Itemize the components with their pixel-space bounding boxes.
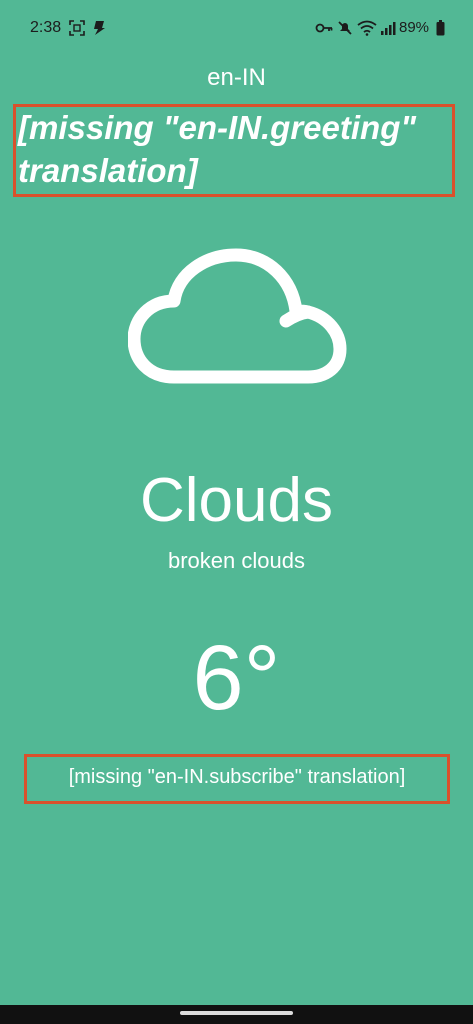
status-time: 2:38	[30, 19, 62, 36]
weather-description: broken clouds	[168, 548, 305, 573]
key-icon	[315, 23, 333, 33]
locale-label: en-IN	[207, 64, 266, 91]
mute-icon	[338, 21, 352, 35]
greeting-text: [missing "en-IN.greeting" translation]	[18, 109, 416, 189]
screenshot-icon	[69, 20, 85, 36]
signal-icon	[381, 22, 396, 35]
cloud-icon	[128, 248, 347, 384]
weather-condition: Clouds	[140, 466, 333, 535]
temperature: 6°	[192, 627, 281, 729]
battery-percent: 89%	[399, 19, 430, 36]
battery-icon	[436, 20, 445, 36]
app-notification-icon	[94, 21, 105, 35]
wifi-icon	[357, 20, 377, 36]
subscribe-link[interactable]: [missing "en-IN.subscribe" translation]	[24, 766, 450, 789]
home-gesture-handle[interactable]	[180, 1011, 293, 1015]
weather-screen: 2:38 89% en-IN [missing "en-IN.greeting"…	[0, 0, 473, 1024]
status-bar: 2:38 89%	[0, 0, 473, 58]
